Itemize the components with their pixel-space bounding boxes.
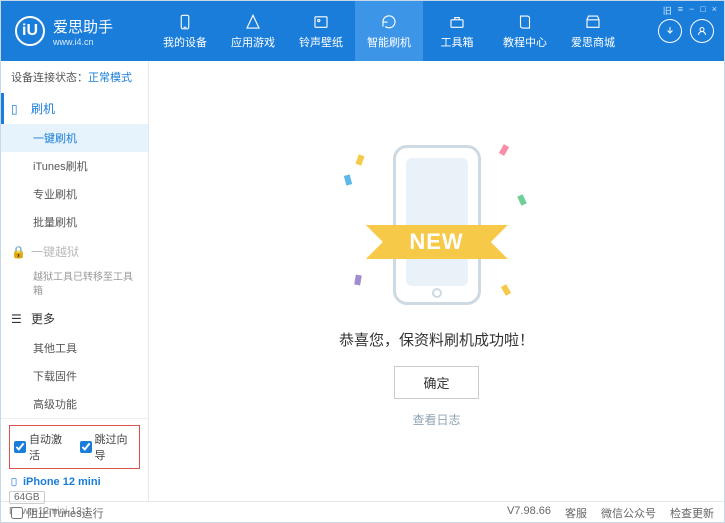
main-nav: 我的设备 应用游戏 铃声壁纸 智能刷机 工具箱 教程中心 爱思商城: [151, 1, 658, 61]
nav-my-device[interactable]: 我的设备: [151, 1, 219, 61]
book-icon: [515, 13, 535, 31]
jailbreak-note: 越狱工具已转移至工具箱: [1, 267, 148, 303]
footer-link-update[interactable]: 检查更新: [670, 505, 714, 521]
sidebar-jailbreak: 🔒 一键越狱: [1, 236, 148, 267]
sysbtn-2[interactable]: −: [689, 4, 694, 17]
sidebar-flash-pro[interactable]: 专业刷机: [1, 180, 148, 208]
block-itunes-input[interactable]: [11, 507, 23, 519]
nav-store[interactable]: 爱思商城: [559, 1, 627, 61]
sysbtn-4[interactable]: ×: [712, 4, 717, 17]
logo-area[interactable]: iU 爱思助手 www.i4.cn: [1, 16, 151, 47]
nav-tutorial[interactable]: 教程中心: [491, 1, 559, 61]
menu-icon: ☰: [11, 312, 25, 326]
nav-label: 智能刷机: [367, 34, 411, 50]
success-illustration: NEW: [337, 135, 537, 315]
auto-activate-input[interactable]: [14, 441, 26, 453]
nav-wallpaper[interactable]: 铃声壁纸: [287, 1, 355, 61]
nav-apps[interactable]: 应用游戏: [219, 1, 287, 61]
status-value: 正常模式: [88, 72, 132, 84]
user-button[interactable]: [690, 19, 714, 43]
skip-guide-input[interactable]: [80, 441, 92, 453]
sidebar-flash-itunes[interactable]: iTunes刷机: [1, 152, 148, 180]
refresh-icon: [379, 13, 399, 31]
device-name: iPhone 12 mini: [9, 475, 140, 489]
new-ribbon: NEW: [385, 225, 487, 259]
checkbox-label: 阻止iTunes运行: [27, 505, 104, 521]
version-label: V7.98.66: [507, 505, 551, 521]
sidebar-label: 刷机: [31, 100, 55, 117]
sysbtn-0[interactable]: 旧: [663, 4, 672, 17]
nav-flash[interactable]: 智能刷机: [355, 1, 423, 61]
device-storage: 64GB: [9, 491, 45, 504]
nav-toolbox[interactable]: 工具箱: [423, 1, 491, 61]
sidebar-flash-batch[interactable]: 批量刷机: [1, 208, 148, 236]
nav-label: 铃声壁纸: [299, 34, 343, 50]
sysbtn-3[interactable]: □: [700, 4, 705, 17]
app-header: 旧 ≡ − □ × iU 爱思助手 www.i4.cn 我的设备 应用游戏 铃声…: [1, 1, 724, 61]
connection-status: 设备连接状态：正常模式: [1, 61, 148, 93]
auto-activate-checkbox[interactable]: 自动激活: [14, 431, 70, 463]
sidebar-more-advanced[interactable]: 高级功能: [1, 390, 148, 418]
image-icon: [311, 13, 331, 31]
sidebar-label: 一键越狱: [31, 243, 79, 260]
store-icon: [583, 13, 603, 31]
sidebar-flash[interactable]: ▯ 刷机: [1, 93, 148, 124]
footer-link-support[interactable]: 客服: [565, 505, 587, 521]
skip-guide-checkbox[interactable]: 跳过向导: [80, 431, 136, 463]
sidebar: 设备连接状态：正常模式 ▯刷机 一键刷机 iTunes刷机 专业刷机 批量刷机 …: [1, 61, 149, 501]
ok-button[interactable]: 确定: [394, 366, 478, 399]
app-site: www.i4.cn: [53, 37, 113, 47]
main-content: NEW 恭喜您，保资料刷机成功啦！ 确定 查看日志: [149, 61, 724, 501]
sidebar-flash-one-click[interactable]: 一键刷机: [1, 124, 148, 152]
phone-icon: [175, 13, 195, 31]
header-right: [658, 19, 724, 43]
sidebar-label: 更多: [31, 310, 55, 327]
phone-icon: ▯: [11, 102, 25, 116]
app-title: 爱思助手: [53, 19, 113, 36]
checkbox-label: 跳过向导: [95, 431, 136, 463]
download-button[interactable]: [658, 19, 682, 43]
checkbox-label: 自动激活: [29, 431, 70, 463]
nav-label: 我的设备: [163, 34, 207, 50]
lock-icon: 🔒: [11, 245, 25, 259]
nav-label: 工具箱: [441, 34, 474, 50]
sysbtn-1[interactable]: ≡: [678, 4, 683, 17]
footer-link-wechat[interactable]: 微信公众号: [601, 505, 656, 521]
apps-icon: [243, 13, 263, 31]
sidebar-more-tools[interactable]: 其他工具: [1, 334, 148, 362]
nav-label: 教程中心: [503, 34, 547, 50]
logo-icon: iU: [15, 16, 45, 46]
sidebar-more[interactable]: ☰ 更多: [1, 303, 148, 334]
toolbox-icon: [447, 13, 467, 31]
view-log-link[interactable]: 查看日志: [412, 411, 460, 428]
window-controls-top: 旧 ≡ − □ ×: [663, 4, 717, 17]
nav-label: 爱思商城: [571, 34, 615, 50]
block-itunes-checkbox[interactable]: 阻止iTunes运行: [11, 505, 104, 521]
status-label: 设备连接状态：: [11, 72, 88, 84]
sidebar-more-firmware[interactable]: 下载固件: [1, 362, 148, 390]
options-box: 自动激活 跳过向导: [9, 425, 140, 469]
success-message: 恭喜您，保资料刷机成功啦！: [339, 329, 534, 350]
nav-label: 应用游戏: [231, 34, 275, 50]
